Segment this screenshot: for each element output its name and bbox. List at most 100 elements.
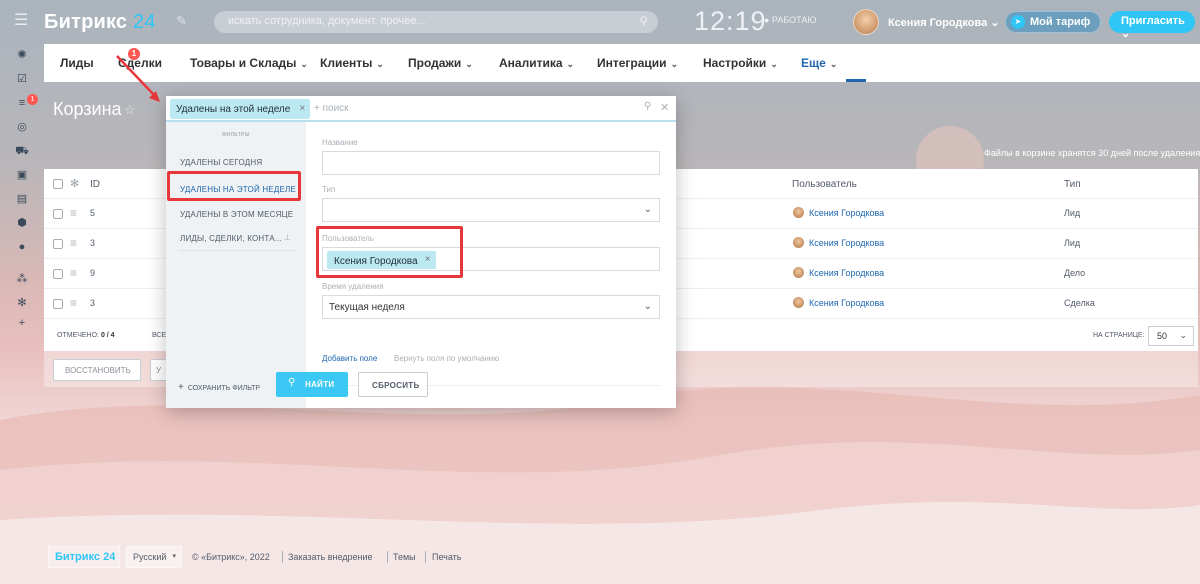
nav-item-sales[interactable]: Продажи ⌄ [408, 56, 473, 70]
nav-item-settings[interactable]: Настройки ⌄ [703, 56, 778, 70]
menu-icon[interactable]: ☰ [14, 13, 30, 29]
page-footer: Битрикс 24 Русский ▾ © «Битрикс», 2022 З… [44, 545, 644, 569]
filter-presets-panel: ФИЛЬТРЫ УДАЛЕНЫ СЕГОДНЯ УДАЛЕНЫ НА ЭТОЙ … [166, 122, 306, 408]
row-checkbox[interactable] [53, 239, 63, 249]
per-page-select[interactable]: 50 ⌄ [1148, 326, 1194, 346]
type-field-label: Тип [322, 185, 336, 194]
search-placeholder: искать сотрудника, документ, прочее... [228, 15, 426, 27]
row-menu-icon[interactable]: ≡ [70, 206, 77, 220]
cart-icon[interactable]: ⛟ [15, 144, 29, 158]
tariff-label: Мой тариф [1030, 16, 1091, 28]
pin-icon[interactable]: ⊥ [284, 233, 291, 242]
row-type: Дело [1064, 268, 1086, 278]
nav-item-deals[interactable]: Сделки [118, 56, 162, 70]
box-icon[interactable]: ⬢ [15, 216, 29, 230]
row-id: 5 [90, 208, 96, 218]
work-status[interactable]: ● РАБОТАЮ [764, 15, 816, 25]
caret-down-icon: ▾ [172, 553, 176, 560]
nav-item-clients[interactable]: Клиенты ⌄ [320, 56, 384, 70]
structure-icon[interactable]: ⁂ [15, 272, 29, 286]
retention-notice: Файлы в корзине хранятся 30 дней после у… [984, 148, 1200, 158]
chevron-down-icon: ⌄ [1179, 330, 1187, 340]
user-name[interactable]: Ксения Городкова ⌄ [888, 16, 999, 29]
name-field-label: Название [322, 138, 358, 147]
gear-icon[interactable]: ✻ [70, 177, 79, 190]
row-user-link[interactable]: Ксения Городкова [809, 268, 884, 278]
chevron-down-icon: ⌄ [829, 59, 838, 69]
save-filter-button[interactable]: + СОХРАНИТЬ ФИЛЬТР [178, 382, 260, 393]
time-select[interactable]: Текущая неделя ⌄ [322, 295, 660, 319]
nav-item-leads[interactable]: Лиды [60, 56, 94, 70]
my-tariff-button[interactable]: ➤ Мой тариф [1005, 11, 1101, 33]
footer-divider [425, 551, 426, 563]
edit-logo-icon[interactable]: ✎ [176, 13, 187, 29]
filter-search-bar[interactable]: Удалены на этой неделе × + поиск ⚲ ✕ [166, 96, 676, 122]
search-icon[interactable]: ⚲ [644, 101, 651, 112]
footer-divider [387, 551, 388, 563]
row-type: Лид [1064, 238, 1081, 248]
user-avatar [793, 297, 804, 308]
column-header-id[interactable]: ID [90, 179, 100, 190]
find-button[interactable]: ⚲ НАЙТИ [276, 372, 348, 397]
filter-search-input[interactable]: + поиск [314, 103, 349, 114]
settings-icon[interactable]: ✻ [15, 296, 29, 310]
target-icon[interactable]: ◎ [15, 120, 29, 134]
search-icon[interactable]: ⚲ [639, 14, 648, 28]
contact-card-icon[interactable]: ▣ [15, 168, 29, 182]
top-navigation: Лиды 1 Сделки Товары и Склады ⌄ Клиенты ⌄ … [44, 44, 1200, 82]
row-checkbox[interactable] [53, 299, 63, 309]
preset-leads-deals[interactable]: ЛИДЫ, СДЕЛКИ, КОНТА... [180, 234, 282, 243]
clock: 12:19 [694, 6, 767, 36]
row-id: 3 [90, 238, 96, 248]
add-icon[interactable]: + [15, 316, 29, 330]
restore-button[interactable]: ВОССТАНОВИТЬ [53, 359, 141, 381]
row-menu-icon[interactable]: ≡ [70, 236, 77, 250]
row-menu-icon[interactable]: ≡ [70, 296, 77, 310]
time-value: Текущая неделя [329, 302, 405, 313]
type-select[interactable]: ⌄ [322, 198, 660, 222]
row-user-link[interactable]: Ксения Городкова [809, 238, 884, 248]
active-filter-tag[interactable]: Удалены на этой неделе × [170, 99, 311, 119]
column-header-type[interactable]: Тип [1064, 179, 1081, 190]
app-logo[interactable]: Битрикс 24 [44, 11, 156, 34]
plus-icon: + [178, 382, 184, 393]
footer-logo[interactable]: Битрикс 24 [48, 546, 120, 568]
tasks-icon[interactable]: ☑ [15, 72, 29, 86]
per-page-label: НА СТРАНИЦЕ: [1093, 332, 1145, 339]
global-search-input[interactable]: искать сотрудника, документ, прочее... ⚲ [214, 11, 658, 33]
preset-deleted-this-month[interactable]: УДАЛЕНЫ В ЭТОМ МЕСЯЦЕ [180, 210, 293, 219]
select-all-checkbox[interactable] [53, 179, 63, 189]
remove-tag-icon[interactable]: × [299, 99, 305, 119]
robot-icon[interactable]: ▤ [15, 192, 29, 206]
row-user-link[interactable]: Ксения Городкова [809, 298, 884, 308]
add-field-link[interactable]: Добавить поле [322, 354, 377, 363]
chevron-down-icon: ⌄ [465, 59, 473, 69]
print-link[interactable]: Печать [432, 552, 461, 562]
name-field[interactable] [322, 151, 660, 175]
search-icon: ⚲ [288, 377, 296, 388]
order-implementation-link[interactable]: Заказать внедрение [288, 552, 373, 562]
reset-button[interactable]: СБРОСИТЬ [358, 372, 428, 397]
row-user-link[interactable]: Ксения Городкова [809, 208, 884, 218]
nav-item-goods[interactable]: Товары и Склады ⌄ [190, 56, 308, 70]
column-header-user[interactable]: Пользователь [792, 179, 857, 190]
invite-button[interactable]: Пригласить ⌄ [1109, 11, 1195, 40]
user-avatar [793, 267, 804, 278]
reset-fields-link[interactable]: Вернуть поля по умолчанию [394, 354, 499, 363]
paper-plane-icon: ➤ [1011, 15, 1025, 29]
presets-header: ФИЛЬТРЫ [222, 132, 250, 138]
nav-item-more[interactable]: Еще ⌄ [801, 56, 837, 70]
nav-item-integrations[interactable]: Интеграции ⌄ [597, 56, 678, 70]
bolt-icon[interactable]: ✺ [15, 48, 29, 62]
favorite-star-icon[interactable]: ☆ [124, 102, 136, 118]
themes-link[interactable]: Темы [393, 552, 416, 562]
preset-deleted-today[interactable]: УДАЛЕНЫ СЕГОДНЯ [180, 158, 262, 167]
row-menu-icon[interactable]: ≡ [70, 266, 77, 280]
row-checkbox[interactable] [53, 209, 63, 219]
row-checkbox[interactable] [53, 269, 63, 279]
check-circle-icon[interactable]: ● [15, 240, 29, 254]
language-select[interactable]: Русский ▾ [126, 546, 182, 568]
close-icon[interactable]: ✕ [660, 101, 669, 114]
user-avatar[interactable] [853, 9, 879, 35]
nav-item-analytics[interactable]: Аналитика ⌄ [499, 56, 574, 70]
